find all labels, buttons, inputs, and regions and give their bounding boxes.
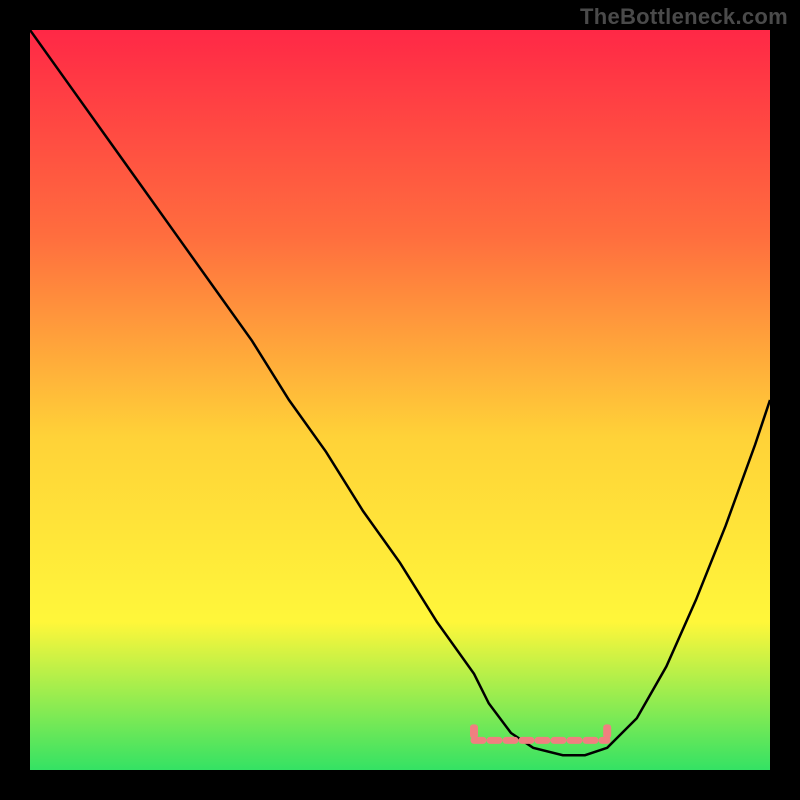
chart-svg xyxy=(30,30,770,770)
chart-container: TheBottleneck.com xyxy=(0,0,800,800)
gradient-background xyxy=(30,30,770,770)
plot-area xyxy=(30,30,770,770)
watermark-text: TheBottleneck.com xyxy=(580,4,788,30)
